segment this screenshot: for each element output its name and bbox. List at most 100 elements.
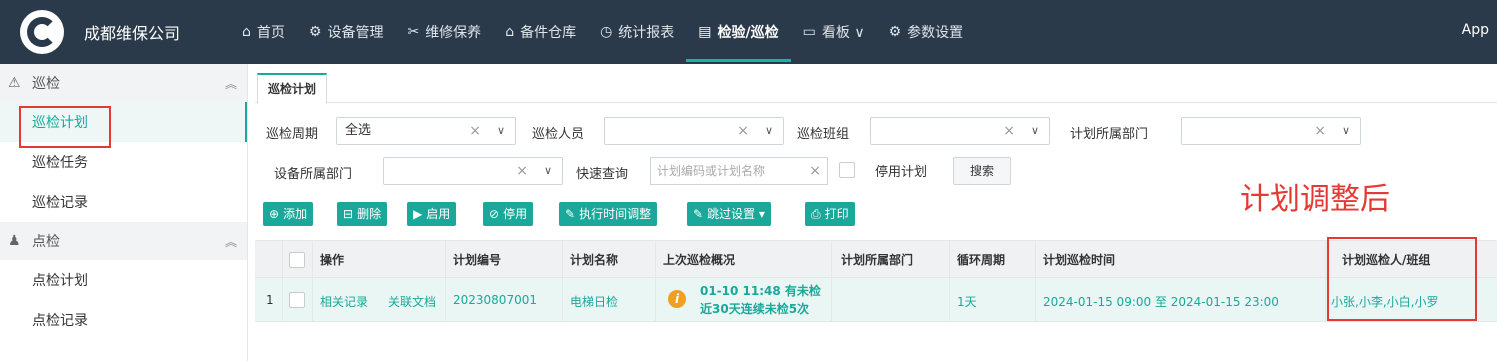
sidebar-item-spot-plan[interactable]: 点检计划 — [0, 260, 247, 300]
related-records-link[interactable]: 相关记录 — [320, 293, 368, 310]
col-plan-time[interactable]: 计划巡检时间 — [1043, 241, 1115, 279]
chevron-down-icon: ∨ — [764, 124, 773, 137]
home-icon: ⌂ — [242, 24, 251, 40]
disabled-plan-label: 停用计划 — [875, 165, 928, 180]
patrol-icon: ⚠ — [8, 75, 21, 91]
board-icon: ▭ — [802, 24, 816, 40]
period-label: 巡检周期 — [266, 127, 319, 142]
highlight-box — [19, 106, 111, 148]
button-label: 跳过设置 ▾ — [707, 207, 765, 221]
device-dept-select[interactable]: × ∨ — [383, 157, 563, 185]
main-nav: ⌂ 首页 ⚙ 设备管理 ✂ 维修保养 ⌂ 备件仓库 ◷ 统计报表 ▤ 检验/巡检 ▭ 看板 ∨… — [230, 0, 975, 64]
nav-warehouse[interactable]: ⌂ 备件仓库 — [493, 0, 588, 64]
main-content: 巡检计划 巡检周期 全选 × ∨ 巡检人员 × ∨ 巡检班组 × ∨ 计划所属部门 ×… — [255, 64, 1497, 361]
cycle-value: 1天 — [957, 295, 977, 309]
device-dept-label: 设备所属部门 — [274, 167, 353, 182]
clear-icon[interactable]: × — [1314, 118, 1326, 144]
chevron-up-icon: ︽ — [224, 76, 237, 91]
nav-label: 统计报表 — [618, 25, 675, 41]
enable-button[interactable]: ▶ 启用 — [407, 202, 457, 226]
person-select[interactable]: × ∨ — [604, 117, 784, 145]
quick-search-input[interactable]: 计划编码或计划名称 × — [650, 157, 828, 185]
plan-time: 2024-01-15 09:00 至 2024-01-15 23:00 — [1043, 295, 1279, 309]
clear-icon[interactable]: × — [809, 158, 821, 184]
print-button[interactable]: ⎙ 打印 — [805, 202, 855, 226]
adjust-time-button[interactable]: ✎ 执行时间调整 — [559, 202, 658, 226]
nav-settings[interactable]: ⚙ 参数设置 — [877, 0, 976, 64]
plan-code: 20230807001 — [453, 293, 537, 307]
plan-dept-select[interactable]: × ∨ — [1181, 117, 1361, 145]
wrench-icon: ✂ — [407, 24, 420, 40]
adjust-icon: ✎ — [565, 207, 576, 221]
period-select[interactable]: 全选 × ∨ — [336, 117, 516, 145]
row-index: 1 — [266, 293, 274, 307]
add-button[interactable]: ⊕ 添加 — [263, 202, 314, 226]
person-icon: ♟ — [8, 233, 21, 249]
clear-icon[interactable]: × — [1003, 118, 1015, 144]
sidebar-item-spot-record[interactable]: 点检记录 — [0, 300, 247, 340]
skip-settings-button[interactable]: ✎ 跳过设置 ▾ — [687, 202, 771, 226]
col-plan-dept[interactable]: 计划所属部门 — [841, 241, 913, 279]
col-last-summary[interactable]: 上次巡检概况 — [663, 241, 735, 279]
play-icon: ▶ — [413, 207, 423, 221]
group-label: 巡检 — [32, 76, 60, 92]
nav-inspection[interactable]: ▤ 检验/巡检 — [686, 0, 792, 64]
delete-button[interactable]: ⊟ 删除 — [337, 202, 388, 226]
sidebar-item-patrol-task[interactable]: 巡检任务 — [0, 142, 247, 182]
period-value: 全选 — [345, 123, 372, 138]
button-label: 停用 — [503, 207, 528, 221]
column-divider — [1325, 240, 1326, 322]
quick-search-label: 快速查询 — [576, 167, 629, 182]
clear-icon[interactable]: × — [469, 118, 481, 144]
chevron-up-icon: ︽ — [224, 234, 237, 249]
trash-icon: ⊟ — [343, 207, 354, 221]
nav-reports[interactable]: ◷ 统计报表 — [588, 0, 686, 64]
nav-label: 备件仓库 — [520, 25, 577, 41]
column-divider — [282, 240, 283, 322]
brand-name: 成都维保公司 — [84, 24, 181, 43]
chevron-down-icon: ∨ — [1341, 124, 1350, 137]
search-button[interactable]: 搜索 — [953, 157, 1012, 185]
device-icon: ⚙ — [308, 24, 322, 40]
plan-name: 电梯日检 — [570, 295, 619, 309]
logo — [20, 10, 64, 54]
button-label: 添加 — [283, 207, 308, 221]
nav-maintenance[interactable]: ✂ 维修保养 — [395, 0, 493, 64]
clear-icon[interactable]: × — [516, 158, 528, 184]
inspect-icon: ▤ — [698, 24, 712, 40]
person-label: 巡检人员 — [532, 127, 585, 142]
sidebar-item-patrol-record[interactable]: 巡检记录 — [0, 182, 247, 222]
plan-dept-label: 计划所属部门 — [1070, 127, 1149, 142]
stop-icon: ⊘ — [489, 207, 500, 221]
team-select[interactable]: × ∨ — [870, 117, 1050, 145]
row-checkbox[interactable] — [289, 292, 305, 308]
nav-label: 看板 ∨ — [821, 25, 865, 41]
col-code[interactable]: 计划编号 — [453, 241, 501, 279]
annotation-text: 计划调整后 — [1240, 182, 1390, 217]
nav-device[interactable]: ⚙ 设备管理 — [297, 0, 396, 64]
warehouse-icon: ⌂ — [505, 24, 515, 40]
col-name[interactable]: 计划名称 — [570, 241, 618, 279]
select-all-checkbox[interactable] — [289, 252, 305, 268]
column-divider — [831, 240, 832, 322]
disabled-plan-checkbox[interactable] — [839, 162, 855, 178]
table-row[interactable]: 1 相关记录 关联文档 20230807001 电梯日检 i 01-10 11:… — [255, 278, 1497, 322]
print-icon: ⎙ — [811, 207, 821, 221]
nav-label: 参数设置 — [907, 25, 964, 41]
button-label: 打印 — [824, 207, 849, 221]
tab-patrol-plan[interactable]: 巡检计划 — [257, 73, 328, 104]
team-label: 巡检班组 — [797, 127, 850, 142]
nav-dashboard[interactable]: ▭ 看板 ∨ — [791, 0, 877, 64]
related-docs-link[interactable]: 关联文档 — [388, 293, 436, 310]
sidebar-group-patrol[interactable]: ⚠ 巡检 ︽ — [0, 64, 247, 102]
disable-button[interactable]: ⊘ 停用 — [483, 202, 534, 226]
app-link[interactable]: App — [1462, 22, 1489, 38]
button-label: 执行时间调整 — [579, 207, 652, 221]
sidebar-group-spot-check[interactable]: ♟ 点检 ︽ — [0, 222, 247, 260]
gear-icon: ⚙ — [888, 24, 902, 40]
clear-icon[interactable]: × — [737, 118, 749, 144]
col-cycle[interactable]: 循环周期 — [957, 241, 1005, 279]
skip-icon: ✎ — [693, 207, 704, 221]
plus-icon: ⊕ — [269, 207, 280, 221]
nav-home[interactable]: ⌂ 首页 — [230, 0, 297, 64]
